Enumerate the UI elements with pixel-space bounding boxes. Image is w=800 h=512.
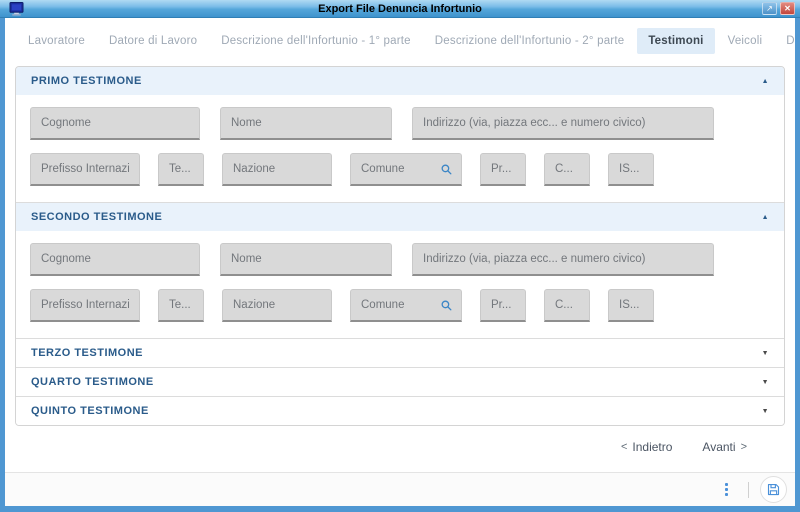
section-header-quinto-testimone[interactable]: QUINTO TESTIMONE ▼ — [16, 396, 784, 425]
prefisso-internazionale-input[interactable] — [30, 289, 140, 322]
cap-input[interactable] — [544, 153, 590, 186]
wizard-nav: < Indietro Avanti > — [5, 426, 795, 454]
footer-divider — [748, 482, 749, 498]
comune-input[interactable] — [351, 290, 440, 320]
indirizzo-input[interactable] — [412, 243, 714, 276]
section-header-secondo-testimone[interactable]: SECONDO TESTIMONE ▲ — [16, 202, 784, 231]
section-title: PRIMO TESTIMONE — [31, 75, 142, 87]
collapse-arrow-icon: ▲ — [762, 214, 769, 221]
section-title: QUINTO TESTIMONE — [31, 405, 149, 417]
tab-dati-retributivi[interactable]: Dati Retributivi — [775, 28, 795, 54]
footer-toolbar — [5, 472, 795, 506]
provincia-input[interactable] — [480, 289, 526, 322]
istat-input[interactable] — [608, 289, 654, 322]
window-content: Lavoratore Datore di Lavoro Descrizione … — [5, 18, 795, 506]
fields-row-2 — [30, 289, 770, 322]
indietro-button[interactable]: < Indietro — [621, 440, 672, 454]
chevron-left-icon: < — [621, 441, 627, 453]
window-title: Export File Denuncia Infortunio — [0, 3, 800, 15]
telefono-input[interactable] — [158, 153, 204, 186]
comune-field — [350, 289, 462, 322]
cognome-input[interactable] — [30, 243, 200, 276]
tab-testimoni[interactable]: Testimoni — [637, 28, 714, 54]
section-header-terzo-testimone[interactable]: TERZO TESTIMONE ▼ — [16, 338, 784, 367]
section-body-secondo-testimone — [16, 231, 784, 338]
app-window: Export File Denuncia Infortunio ↗ ✕ Lavo… — [0, 0, 800, 512]
more-options-button[interactable] — [715, 479, 737, 501]
tab-datore-di-lavoro[interactable]: Datore di Lavoro — [98, 28, 208, 54]
fields-row-2 — [30, 153, 770, 186]
save-icon — [766, 482, 781, 497]
kebab-icon — [725, 483, 728, 486]
window-controls: ↗ ✕ — [762, 2, 795, 15]
maximize-button[interactable]: ↗ — [762, 2, 777, 15]
nazione-input[interactable] — [222, 289, 332, 322]
section-title: QUARTO TESTIMONE — [31, 376, 154, 388]
istat-input[interactable] — [608, 153, 654, 186]
testimoni-accordion: PRIMO TESTIMONE ▲ — [15, 66, 785, 426]
tab-bar: Lavoratore Datore di Lavoro Descrizione … — [5, 18, 795, 58]
fields-row-1 — [30, 107, 770, 140]
comune-field — [350, 153, 462, 186]
section-header-primo-testimone[interactable]: PRIMO TESTIMONE ▲ — [16, 67, 784, 95]
nome-input[interactable] — [220, 243, 392, 276]
provincia-input[interactable] — [480, 153, 526, 186]
indietro-label: Indietro — [632, 440, 672, 454]
cognome-input[interactable] — [30, 107, 200, 140]
search-icon[interactable] — [440, 299, 453, 312]
expand-arrow-icon: ▼ — [762, 350, 769, 357]
telefono-input[interactable] — [158, 289, 204, 322]
expand-arrow-icon: ▼ — [762, 379, 769, 386]
expand-arrow-icon: ▼ — [762, 408, 769, 415]
tab-descrizione-infortunio-2[interactable]: Descrizione dell'Infortunio - 2° parte — [424, 28, 636, 54]
collapse-arrow-icon: ▲ — [762, 78, 769, 85]
titlebar: Export File Denuncia Infortunio ↗ ✕ — [0, 0, 800, 18]
fields-row-1 — [30, 243, 770, 276]
prefisso-internazionale-input[interactable] — [30, 153, 140, 186]
close-button[interactable]: ✕ — [780, 2, 795, 15]
nome-input[interactable] — [220, 107, 392, 140]
avanti-button[interactable]: Avanti > — [702, 440, 747, 454]
tab-veicoli[interactable]: Veicoli — [717, 28, 774, 54]
chevron-right-icon: > — [741, 441, 747, 453]
maximize-icon: ↗ — [766, 3, 773, 14]
save-button[interactable] — [760, 476, 787, 503]
section-title: TERZO TESTIMONE — [31, 347, 143, 359]
comune-input[interactable] — [351, 154, 440, 184]
avanti-label: Avanti — [702, 440, 735, 454]
section-body-primo-testimone — [16, 95, 784, 202]
nazione-input[interactable] — [222, 153, 332, 186]
tab-lavoratore[interactable]: Lavoratore — [17, 28, 96, 54]
section-header-quarto-testimone[interactable]: QUARTO TESTIMONE ▼ — [16, 367, 784, 396]
indirizzo-input[interactable] — [412, 107, 714, 140]
cap-input[interactable] — [544, 289, 590, 322]
section-title: SECONDO TESTIMONE — [31, 211, 162, 223]
tab-descrizione-infortunio-1[interactable]: Descrizione dell'Infortunio - 1° parte — [210, 28, 422, 54]
close-icon: ✕ — [784, 3, 791, 14]
search-icon[interactable] — [440, 163, 453, 176]
